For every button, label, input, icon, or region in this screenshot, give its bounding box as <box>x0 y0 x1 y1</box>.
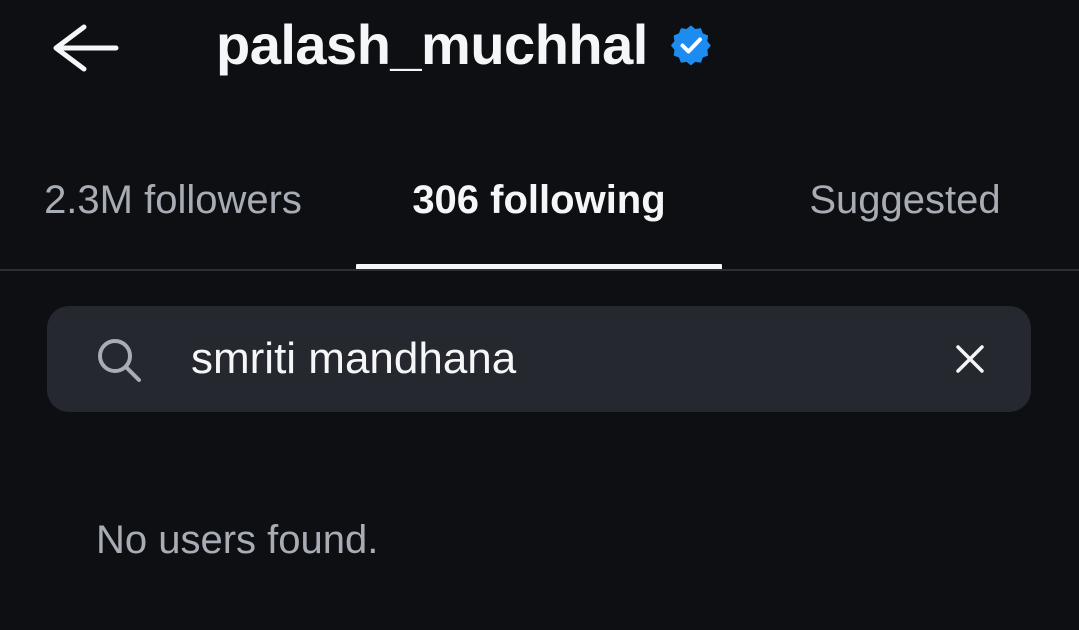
back-button[interactable] <box>44 18 124 78</box>
profile-username: palash_muchhal <box>216 13 648 76</box>
search-input[interactable] <box>191 324 891 394</box>
search-icon <box>98 339 141 382</box>
no-results-message: No users found. <box>96 518 379 562</box>
profile-title-group: palash_muchhal <box>216 10 712 80</box>
tab-suggested[interactable]: Suggested <box>732 150 1078 270</box>
tabs-divider <box>0 269 1079 271</box>
close-icon <box>956 345 984 373</box>
tab-bar: 2.3M followers 306 following Suggested <box>0 150 1079 270</box>
tab-followers[interactable]: 2.3M followers <box>0 150 346 270</box>
arrow-left-icon <box>53 24 119 72</box>
header: palash_muchhal <box>0 0 1079 100</box>
verified-badge-icon <box>670 24 712 66</box>
search-bar[interactable] <box>47 306 1031 412</box>
clear-search-button[interactable] <box>947 336 993 382</box>
tab-following[interactable]: 306 following <box>356 150 722 270</box>
following-screen: palash_muchhal 2.3M followers 306 follow… <box>0 0 1079 630</box>
